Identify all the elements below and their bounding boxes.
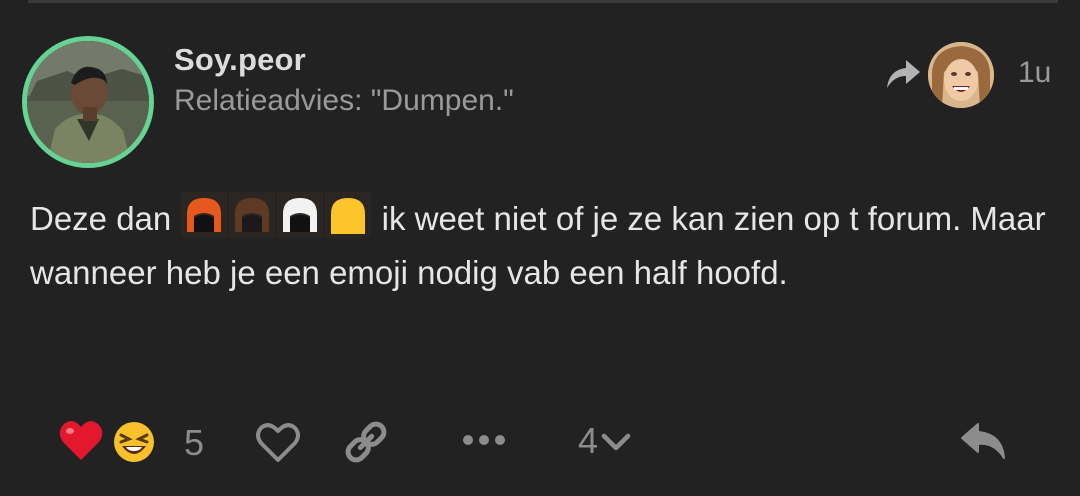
avatar-photo [27,41,149,163]
more-options-icon[interactable] [460,430,508,450]
laughing-reaction-icon[interactable] [112,420,156,464]
bald-yellow-emoji-icon [325,192,372,238]
replied-user-avatar[interactable] [928,42,994,108]
replies-toggle[interactable]: 4 [578,420,632,462]
chevron-down-icon [601,433,631,451]
post-body: Deze dan ik weet niet of je ze kan zien … [30,192,1060,300]
white-hair-emoji-icon [277,192,324,238]
like-heart-icon[interactable] [254,420,302,464]
orange-hair-emoji-icon [181,192,228,238]
post-actions-bar: 5 4 [0,410,1080,470]
reply-count: 4 [578,420,599,461]
reaction-count[interactable]: 5 [184,422,204,464]
post-timestamp[interactable]: 1u [1018,56,1051,90]
brown-hair-emoji-icon [229,192,276,238]
reply-icon[interactable] [958,420,1008,464]
post-username[interactable]: Soy.peor [174,42,306,78]
topic-title[interactable]: Relatieadvies: "Dumpen." [174,84,514,118]
body-text-start: Deze dan [30,200,181,237]
forum-post: Soy.peor Relatieadvies: "Dumpen." 1u Dez… [0,0,1080,496]
heart-reaction-icon[interactable] [58,418,104,462]
reply-to-arrow-icon [887,60,920,88]
link-icon[interactable] [342,418,390,466]
user-avatar[interactable] [22,36,154,168]
